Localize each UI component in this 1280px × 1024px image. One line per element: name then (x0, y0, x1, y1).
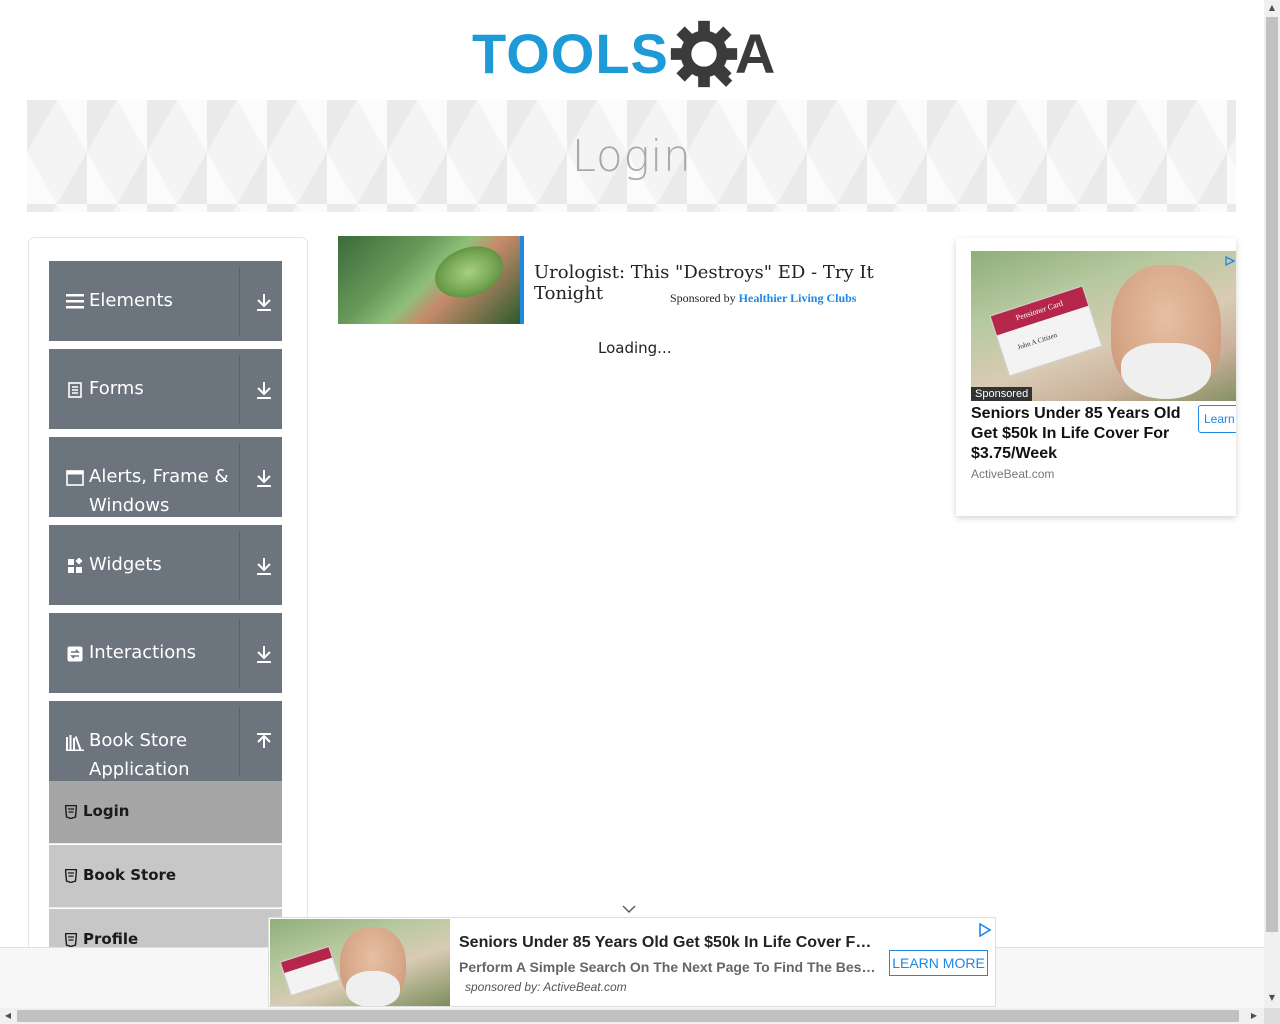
scroll-right-icon[interactable]: ▶ (1250, 1012, 1258, 1020)
sidebar-group-label: Alerts, Frame & Windows (89, 466, 229, 516)
page-title: Login (571, 130, 692, 182)
divider (239, 355, 240, 423)
sidebar-group-label: Elements (89, 290, 173, 311)
sponsored-ad-bottom[interactable]: Seniors Under 85 Years Old Get $50k In L… (268, 917, 996, 1007)
sponsored-tag: Sponsored (971, 387, 1033, 401)
sidebar-item-label: Book Store (83, 866, 177, 884)
ad-sponsor: sponsored by: ActiveBeat.com (465, 980, 627, 994)
horizontal-scroll-thumb[interactable] (17, 1010, 1239, 1022)
window-icon (66, 469, 84, 487)
chevron-down-icon[interactable] (622, 904, 636, 914)
sidebar-item-label: Profile (83, 930, 139, 948)
ad-title[interactable]: Seniors Under 85 Years Old Get $50k In L… (459, 934, 879, 952)
page-banner: Login (27, 100, 1236, 212)
beard-image (1121, 343, 1211, 399)
sidebar-group-book-store-application[interactable]: Book Store Application (49, 701, 282, 781)
sidebar-group-label: Interactions (89, 642, 197, 663)
ad-description[interactable]: Perform A Simple Search On The Next Page… (459, 959, 879, 975)
ad-photo[interactable] (270, 919, 450, 1006)
divider (239, 707, 240, 775)
sidebar-group-interactions[interactable]: Interactions (49, 613, 282, 693)
sponsored-ad-right[interactable]: Pensioner Card John A Citizen Sponsored … (956, 238, 1236, 516)
hamburger-icon (66, 292, 84, 310)
divider (239, 267, 240, 335)
sidebar-group-label: Forms (89, 378, 144, 399)
ad-sponsor: Sponsored by Healthier Living Clubs (670, 291, 856, 306)
divider (239, 443, 240, 511)
sponsored-ad-top[interactable]: Urologist: This "Destroys" ED - Try It T… (338, 236, 928, 324)
horizontal-scrollbar[interactable]: ◀ ▶ (0, 1008, 1264, 1024)
sponsor-prefix: Sponsored by (670, 291, 736, 305)
download-arrow-icon[interactable] (255, 292, 273, 312)
vertical-scroll-thumb[interactable] (1266, 17, 1278, 932)
scroll-left-icon[interactable]: ◀ (4, 1012, 12, 1020)
pensioner-card-image: Pensioner Card John A Citizen (989, 285, 1103, 377)
divider (239, 531, 240, 599)
adchoices-icon[interactable] (978, 923, 992, 937)
download-arrow-icon[interactable] (255, 556, 273, 576)
document-icon (66, 381, 84, 399)
html5-icon (65, 933, 77, 947)
sidebar-group-widgets[interactable]: Widgets (49, 525, 282, 605)
card-title: Pensioner Card (990, 286, 1089, 336)
adchoices-icon[interactable] (1225, 256, 1235, 266)
site-logo[interactable]: TOOLS A (472, 14, 796, 94)
accent-bar (520, 236, 524, 324)
loading-text: Loading... (598, 339, 672, 357)
divider (239, 619, 240, 687)
download-arrow-icon[interactable] (255, 644, 273, 664)
card-stripe (280, 947, 332, 974)
pensioner-card-image (279, 945, 341, 997)
sidebar-item-book-store[interactable]: Book Store (49, 845, 282, 908)
ad-thumbnail[interactable] (338, 236, 520, 324)
card-name: John A Citizen (1016, 330, 1059, 352)
sponsor-link[interactable]: Healthier Living Clubs (739, 291, 857, 305)
download-arrow-icon[interactable] (255, 380, 273, 400)
ad-photo[interactable]: Pensioner Card John A Citizen (971, 251, 1236, 401)
html5-icon (65, 869, 77, 883)
html5-icon (65, 805, 77, 819)
beard-image (346, 971, 400, 1006)
logo-text-a: A (734, 22, 776, 85)
sidebar-group-label: Book Store Application (89, 730, 190, 780)
scroll-down-icon[interactable]: ▼ (1268, 994, 1276, 1002)
library-icon (66, 734, 84, 752)
ad-source: ActiveBeat.com (971, 467, 1055, 481)
gear-icon (670, 20, 738, 88)
scrollbar-corner (1264, 1008, 1280, 1024)
interactions-icon (66, 645, 84, 663)
sidebar-group-elements[interactable]: Elements (49, 261, 282, 341)
sidebar-group-forms[interactable]: Forms (49, 349, 282, 429)
logo-text-tools: TOOLS (472, 22, 669, 85)
learn-more-button[interactable]: LEARN MORE (889, 950, 988, 976)
learn-more-button[interactable]: Learn More (1198, 405, 1236, 433)
download-arrow-icon[interactable] (255, 468, 273, 488)
sidebar-item-login[interactable]: Login (49, 781, 282, 844)
scroll-up-icon[interactable]: ▲ (1268, 4, 1276, 12)
ad-title[interactable]: Seniors Under 85 Years Old Get $50k In L… (971, 404, 1191, 464)
sidebar-group-label: Widgets (89, 554, 162, 575)
sidebar-group-alerts-frame-windows[interactable]: Alerts, Frame & Windows (49, 437, 282, 517)
vertical-scrollbar[interactable]: ▲ ▼ (1264, 0, 1280, 1008)
sidebar-item-label: Login (83, 802, 130, 820)
upload-arrow-icon[interactable] (255, 732, 273, 752)
leaf-image (427, 237, 511, 307)
widgets-icon (66, 557, 84, 575)
